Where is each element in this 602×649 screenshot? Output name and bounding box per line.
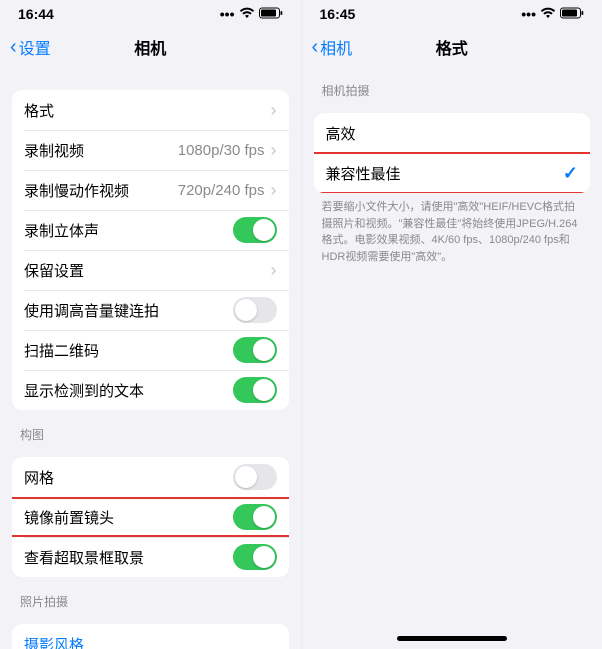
chevron-right-icon: › xyxy=(271,141,277,159)
back-label: 设置 xyxy=(19,35,51,59)
formats-screen: 16:45 ••• ‹ 相机 格式 相机拍摄 高效 兼容性最佳 xyxy=(301,0,602,649)
toggle-scan-qr[interactable] xyxy=(233,337,277,363)
toggle-stereo[interactable] xyxy=(233,217,277,243)
footer-note: 若要缩小文件大小，请使用"高效"HEIF/HEVC格式拍摄照片和视频。"兼容性最… xyxy=(302,193,602,285)
row-stereo: 录制立体声 xyxy=(12,210,289,250)
row-view-outside-frame: 查看超取景框取景 xyxy=(12,537,289,577)
nav-bar: ‹ 相机 格式 xyxy=(302,28,602,66)
status-time: 16:44 xyxy=(18,6,54,22)
battery-icon xyxy=(259,6,283,22)
section-header-camera-capture: 相机拍摄 xyxy=(302,66,602,105)
back-label: 相机 xyxy=(320,35,352,59)
row-record-slomo[interactable]: 录制慢动作视频 720p/240 fps › xyxy=(12,170,289,210)
toggle-view-outside-frame[interactable] xyxy=(233,544,277,570)
chevron-left-icon: ‹ xyxy=(10,37,17,57)
back-button[interactable]: ‹ 设置 xyxy=(10,35,51,59)
section-header-photo-capture: 照片拍摄 xyxy=(0,577,301,616)
toggle-grid[interactable] xyxy=(233,464,277,490)
dots-icon: ••• xyxy=(521,6,536,22)
battery-icon xyxy=(560,6,584,22)
option-high-efficiency[interactable]: 高效 xyxy=(314,113,591,153)
wifi-icon xyxy=(540,6,556,22)
row-photographic-styles[interactable]: 摄影风格 xyxy=(12,624,289,649)
chevron-right-icon: › xyxy=(271,261,277,279)
home-indicator[interactable] xyxy=(397,636,507,641)
toggle-mirror-front[interactable] xyxy=(233,504,277,530)
settings-group-composition: 网格 镜像前置镜头 查看超取景框取景 xyxy=(12,457,289,577)
toggle-detect-text[interactable] xyxy=(233,377,277,403)
detail-text: 720p/240 fps xyxy=(178,182,265,199)
status-bar: 16:44 ••• xyxy=(0,0,301,28)
toggle-volume-burst[interactable] xyxy=(233,297,277,323)
chevron-right-icon: › xyxy=(271,181,277,199)
formats-content: 相机拍摄 高效 兼容性最佳 ✓ 若要缩小文件大小，请使用"高效"HEIF/HEV… xyxy=(302,66,602,649)
row-record-video[interactable]: 录制视频 1080p/30 fps › xyxy=(12,130,289,170)
status-time: 16:45 xyxy=(320,6,356,22)
settings-group-photo-capture: 摄影风格 xyxy=(12,624,289,649)
detail-text: 1080p/30 fps xyxy=(178,142,265,159)
wifi-icon xyxy=(239,6,255,22)
dots-icon: ••• xyxy=(220,6,235,22)
row-detect-text: 显示检测到的文本 xyxy=(12,370,289,410)
status-indicators: ••• xyxy=(220,6,283,22)
settings-content: 格式 › 录制视频 1080p/30 fps › 录制慢动作视频 720p/24… xyxy=(0,66,301,649)
nav-bar: ‹ 设置 相机 xyxy=(0,28,301,66)
back-button[interactable]: ‹ 相机 xyxy=(312,35,353,59)
row-scan-qr: 扫描二维码 xyxy=(12,330,289,370)
settings-group-main: 格式 › 录制视频 1080p/30 fps › 录制慢动作视频 720p/24… xyxy=(12,90,289,410)
option-most-compatible[interactable]: 兼容性最佳 ✓ xyxy=(314,153,591,193)
row-preserve-settings[interactable]: 保留设置 › xyxy=(12,250,289,290)
status-bar: 16:45 ••• xyxy=(302,0,602,28)
row-volume-burst: 使用调高音量键连拍 xyxy=(12,290,289,330)
row-grid: 网格 xyxy=(12,457,289,497)
chevron-left-icon: ‹ xyxy=(312,37,319,57)
row-format[interactable]: 格式 › xyxy=(12,90,289,130)
camera-settings-screen: 16:44 ••• ‹ 设置 相机 格式 › 录制视频 xyxy=(0,0,301,649)
row-mirror-front: 镜像前置镜头 xyxy=(12,497,289,537)
section-header-composition: 构图 xyxy=(0,410,301,449)
formats-group: 高效 兼容性最佳 ✓ xyxy=(314,113,591,193)
status-indicators: ••• xyxy=(521,6,584,22)
chevron-right-icon: › xyxy=(271,101,277,119)
checkmark-icon: ✓ xyxy=(563,163,578,184)
